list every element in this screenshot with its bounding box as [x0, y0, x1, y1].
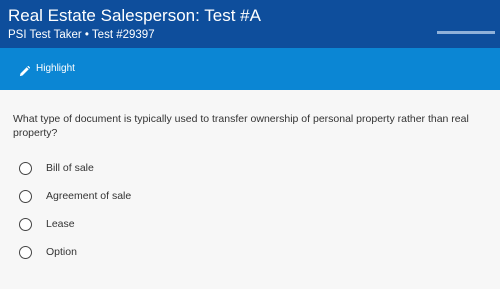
question-area: What type of document is typically used … — [0, 90, 500, 266]
highlight-label: Highlight — [36, 63, 75, 74]
answer-option[interactable]: Bill of sale — [19, 154, 500, 182]
answer-option[interactable]: Lease — [19, 210, 500, 238]
test-title: Real Estate Salesperson: Test #A — [8, 6, 261, 25]
answer-option[interactable]: Option — [19, 238, 500, 266]
progress-bar — [437, 31, 495, 34]
app-header: Real Estate Salesperson: Test #A PSI Tes… — [0, 0, 500, 48]
test-subtitle: PSI Test Taker • Test #29397 — [8, 29, 155, 41]
answer-options: Bill of sale Agreement of sale Lease Opt… — [13, 154, 500, 266]
answer-option-label: Lease — [46, 218, 75, 230]
answer-option[interactable]: Agreement of sale — [19, 182, 500, 210]
highlight-button[interactable]: Highlight — [19, 63, 75, 76]
radio-button[interactable] — [19, 189, 32, 203]
answer-option-label: Bill of sale — [46, 162, 94, 174]
radio-button[interactable] — [19, 245, 32, 259]
answer-option-label: Option — [46, 246, 77, 258]
answer-option-label: Agreement of sale — [46, 190, 132, 202]
question-text: What type of document is typically used … — [13, 113, 469, 139]
radio-button[interactable] — [19, 161, 32, 175]
pencil-icon — [19, 64, 31, 76]
radio-button[interactable] — [19, 217, 32, 231]
toolbar: Highlight — [0, 48, 500, 90]
